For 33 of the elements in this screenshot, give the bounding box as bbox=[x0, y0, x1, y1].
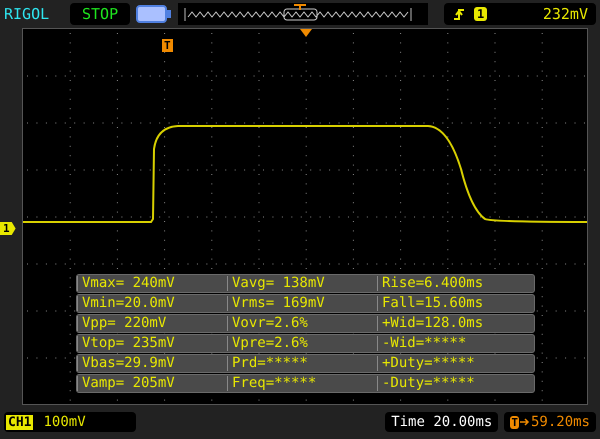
measurement-value: -Duty=***** bbox=[377, 376, 534, 391]
trigger-position-icon bbox=[300, 29, 312, 37]
measurement-value: Vpre=2.6% bbox=[227, 336, 377, 351]
channel-marker[interactable]: 1 bbox=[0, 222, 16, 235]
measurement-value: Prd=***** bbox=[227, 356, 377, 371]
measurement-value: Vpp= 220mV bbox=[77, 316, 227, 331]
battery-icon bbox=[136, 5, 172, 23]
measurement-value: Fall=15.60ms bbox=[377, 296, 534, 311]
measurement-value: Vmin=20.0mV bbox=[77, 296, 227, 311]
measurement-value: Vamp= 205mV bbox=[77, 376, 227, 391]
trigger-level: 232mV bbox=[542, 5, 588, 23]
brand-logo: RIGOL bbox=[4, 5, 50, 23]
trigger-offset-marker: T bbox=[510, 416, 519, 428]
measurement-value: Rise=6.400ms bbox=[377, 276, 534, 291]
measurement-value: Vtop= 235mV bbox=[77, 336, 227, 351]
vertical-scale: 100mV bbox=[43, 414, 86, 430]
measurement-value: +Duty=***** bbox=[377, 356, 534, 371]
measurement-value: Vbas=29.9mV bbox=[77, 356, 227, 371]
measurement-value: Vavg= 138mV bbox=[227, 276, 377, 291]
measurement-value: +Wid=128.0ms bbox=[377, 316, 534, 331]
measurement-value: Freq=***** bbox=[227, 376, 377, 391]
arrow-icon bbox=[520, 417, 530, 427]
trigger-offset: 59.20ms bbox=[530, 414, 590, 430]
edge-slope-icon bbox=[452, 6, 466, 22]
trigger-channel: 1 bbox=[474, 7, 488, 21]
measurement-value: -Wid=***** bbox=[377, 336, 534, 351]
measurement-value: Vmax= 240mV bbox=[77, 276, 227, 291]
run-state: STOP bbox=[70, 3, 130, 25]
time-base: Time 20.00ms bbox=[385, 412, 498, 432]
measurement-value: Vrms= 169mV bbox=[227, 296, 377, 311]
measurement-value: Vovr=2.6% bbox=[227, 316, 377, 331]
trigger-marker[interactable]: T bbox=[162, 39, 173, 52]
channel-label[interactable]: CH1 bbox=[6, 414, 34, 430]
